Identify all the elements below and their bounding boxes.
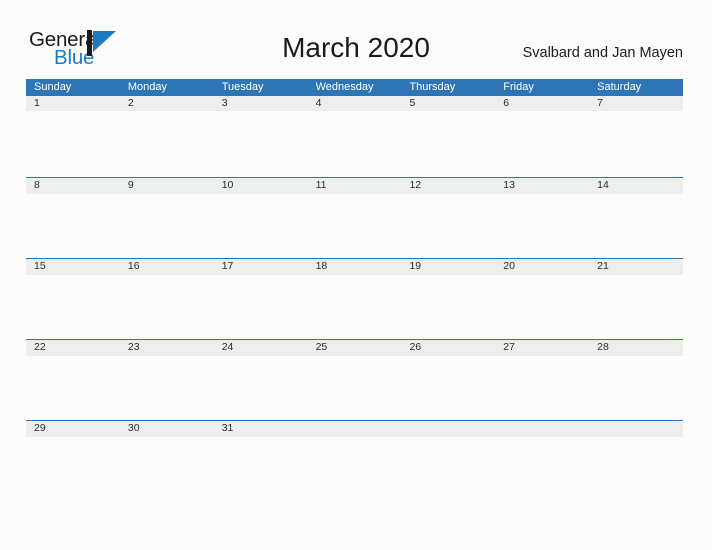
day-cell[interactable]: 18 <box>308 259 402 275</box>
day-cell[interactable]: 31 <box>214 421 308 437</box>
day-cell[interactable]: 22 <box>26 340 120 356</box>
day-cell-empty <box>495 421 589 437</box>
day-cell[interactable]: 21 <box>589 259 683 275</box>
day-cell[interactable]: 5 <box>401 96 495 111</box>
day-cell[interactable]: 11 <box>308 178 402 194</box>
day-cell[interactable]: 13 <box>495 178 589 194</box>
day-cell[interactable]: 30 <box>120 421 214 437</box>
week-row: 29 30 31 <box>26 420 683 503</box>
day-cell[interactable]: 27 <box>495 340 589 356</box>
day-cell-empty <box>589 421 683 437</box>
day-cell[interactable]: 24 <box>214 340 308 356</box>
day-cell[interactable]: 26 <box>401 340 495 356</box>
week-body[interactable] <box>26 355 683 422</box>
day-cell[interactable]: 16 <box>120 259 214 275</box>
day-cell[interactable]: 7 <box>589 96 683 111</box>
week-date-band: 29 30 31 <box>26 420 683 437</box>
day-cell-empty <box>401 421 495 437</box>
day-cell[interactable]: 8 <box>26 178 120 194</box>
day-cell[interactable]: 10 <box>214 178 308 194</box>
weekday-wednesday: Wednesday <box>315 81 374 93</box>
week-date-band: 1 2 3 4 5 6 7 <box>26 96 683 111</box>
day-cell[interactable]: 15 <box>26 259 120 275</box>
week-row: 8 9 10 11 12 13 14 <box>26 177 683 260</box>
calendar-grid: Sunday Monday Tuesday Wednesday Thursday… <box>26 79 683 503</box>
day-cell[interactable]: 2 <box>120 96 214 111</box>
week-date-band: 15 16 17 18 19 20 21 <box>26 258 683 275</box>
day-cell[interactable]: 25 <box>308 340 402 356</box>
day-cell[interactable]: 17 <box>214 259 308 275</box>
week-row: 15 16 17 18 19 20 21 <box>26 258 683 341</box>
week-body[interactable] <box>26 193 683 260</box>
weekday-thursday: Thursday <box>409 81 456 93</box>
day-cell-empty <box>308 421 402 437</box>
day-cell[interactable]: 12 <box>401 178 495 194</box>
day-cell[interactable]: 3 <box>214 96 308 111</box>
day-cell[interactable]: 14 <box>589 178 683 194</box>
page-header: General Blue March 2020 Svalbard and Jan… <box>0 0 712 79</box>
region-label: Svalbard and Jan Mayen <box>522 45 683 61</box>
weekday-saturday: Saturday <box>597 81 642 93</box>
day-cell[interactable]: 9 <box>120 178 214 194</box>
day-cell[interactable]: 1 <box>26 96 120 111</box>
calendar-page: General Blue March 2020 Svalbard and Jan… <box>0 0 712 550</box>
weekday-tuesday: Tuesday <box>221 81 264 93</box>
week-body[interactable] <box>26 274 683 341</box>
week-row: 22 23 24 25 26 27 28 <box>26 339 683 422</box>
weekday-sunday: Sunday <box>34 81 72 93</box>
day-cell[interactable]: 29 <box>26 421 120 437</box>
weekday-monday: Monday <box>127 81 167 93</box>
week-date-band: 22 23 24 25 26 27 28 <box>26 339 683 356</box>
week-body[interactable] <box>26 111 683 177</box>
week-body[interactable] <box>26 436 683 503</box>
day-cell[interactable]: 6 <box>495 96 589 111</box>
week-row: 1 2 3 4 5 6 7 <box>26 96 683 177</box>
day-cell[interactable]: 19 <box>401 259 495 275</box>
weekday-header-row: Sunday Monday Tuesday Wednesday Thursday… <box>26 79 683 96</box>
week-date-band: 8 9 10 11 12 13 14 <box>26 177 683 194</box>
day-cell[interactable]: 4 <box>308 96 402 111</box>
weekday-friday: Friday <box>503 81 534 93</box>
day-cell[interactable]: 20 <box>495 259 589 275</box>
day-cell[interactable]: 28 <box>589 340 683 356</box>
day-cell[interactable]: 23 <box>120 340 214 356</box>
